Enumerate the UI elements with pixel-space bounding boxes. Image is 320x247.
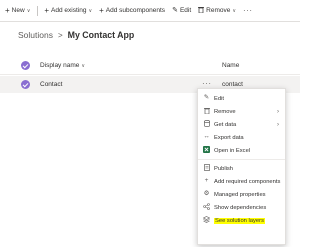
menu-item-label: Publish <box>214 165 234 172</box>
select-all-checkbox[interactable] <box>21 61 30 70</box>
menu-item-managed-properties[interactable]: ⚙ Managed properties <box>198 188 285 201</box>
breadcrumb-solutions-link[interactable]: Solutions <box>18 30 53 40</box>
grid-header: Display name ∨ Name <box>0 55 300 75</box>
row-checkbox[interactable] <box>21 80 30 89</box>
pencil-icon: ✎ <box>203 94 210 102</box>
arrows-icon: ↔ <box>203 133 210 141</box>
command-bar: + New ∨ + Add existing ∨ + Add subcompon… <box>0 0 300 22</box>
gear-icon: ⚙ <box>203 190 210 198</box>
breadcrumb-separator-icon: > <box>57 30 63 40</box>
menu-item-edit[interactable]: ✎ Edit <box>198 92 285 105</box>
add-existing-button[interactable]: + Add existing ∨ <box>44 5 93 15</box>
menu-item-export-data[interactable]: ↔ Export data <box>198 131 285 144</box>
menu-item-label: Show dependencies <box>214 204 267 211</box>
menu-item-see-solution-layers[interactable]: See solution layers <box>198 214 285 227</box>
menu-item-label: See solution layers <box>214 217 265 224</box>
plus-icon: + <box>5 5 10 15</box>
menu-divider <box>198 159 285 160</box>
more-commands-button[interactable]: ··· <box>243 6 253 15</box>
chevron-down-icon: ∨ <box>26 7 31 14</box>
dependencies-icon <box>203 202 210 213</box>
menu-item-show-dependencies[interactable]: Show dependencies <box>198 201 285 214</box>
layers-icon <box>202 215 211 226</box>
row-name: contact <box>222 81 243 88</box>
menu-item-label: Open in Excel <box>214 147 251 154</box>
toolbar-divider <box>37 5 39 16</box>
context-menu: ✎ Edit Remove › Get data › ↔ Export data… <box>197 88 286 245</box>
new-button[interactable]: + New ∨ <box>5 5 31 15</box>
row-more-options-button[interactable]: ··· <box>202 79 212 88</box>
page-title: My Contact App <box>67 30 135 40</box>
menu-item-label: Edit <box>214 95 224 102</box>
add-existing-label: Add existing <box>51 7 87 14</box>
chevron-down-icon: ∨ <box>232 7 237 14</box>
menu-item-remove[interactable]: Remove › <box>198 105 285 118</box>
menu-item-add-required-components[interactable]: + Add required components <box>198 175 285 188</box>
trash-icon <box>203 107 210 117</box>
pencil-icon: ✎ <box>172 7 178 14</box>
remove-button[interactable]: Remove ∨ <box>198 6 236 15</box>
breadcrumb: Solutions > My Contact App <box>18 30 134 40</box>
chevron-right-icon: › <box>277 121 279 128</box>
menu-item-label: Add required components <box>214 178 281 185</box>
column-header-name[interactable]: Name <box>222 62 239 69</box>
new-label: New <box>11 7 25 14</box>
add-subcomponents-label: Add subcomponents <box>105 7 166 14</box>
menu-item-label: Remove <box>214 108 236 115</box>
menu-item-open-in-excel[interactable]: Open in Excel <box>198 144 285 157</box>
menu-item-publish[interactable]: Publish <box>198 162 285 175</box>
menu-item-label: Export data <box>214 134 244 141</box>
menu-item-label: Get data <box>214 121 237 128</box>
plus-icon: + <box>204 177 209 185</box>
column-header-display-name[interactable]: Display name ∨ <box>40 62 85 69</box>
chevron-down-icon: ∨ <box>88 7 93 14</box>
remove-label: Remove <box>206 7 231 14</box>
menu-item-label: Managed properties <box>214 191 266 198</box>
excel-icon <box>203 145 210 156</box>
database-icon <box>203 119 210 130</box>
plus-icon: + <box>99 5 104 15</box>
edit-label: Edit <box>179 7 192 14</box>
trash-icon <box>198 6 205 15</box>
more-icon: ··· <box>243 6 253 15</box>
menu-item-get-data[interactable]: Get data › <box>198 118 285 131</box>
chevron-down-icon: ∨ <box>81 63 86 69</box>
add-subcomponents-button[interactable]: + Add subcomponents <box>99 5 166 15</box>
chevron-right-icon: › <box>277 108 279 115</box>
row-display-name[interactable]: Contact <box>40 81 62 88</box>
plus-icon: + <box>44 5 50 15</box>
edit-button[interactable]: ✎ Edit <box>172 7 191 14</box>
document-icon <box>203 163 210 174</box>
column-header-display-name-label: Display name <box>40 62 80 69</box>
